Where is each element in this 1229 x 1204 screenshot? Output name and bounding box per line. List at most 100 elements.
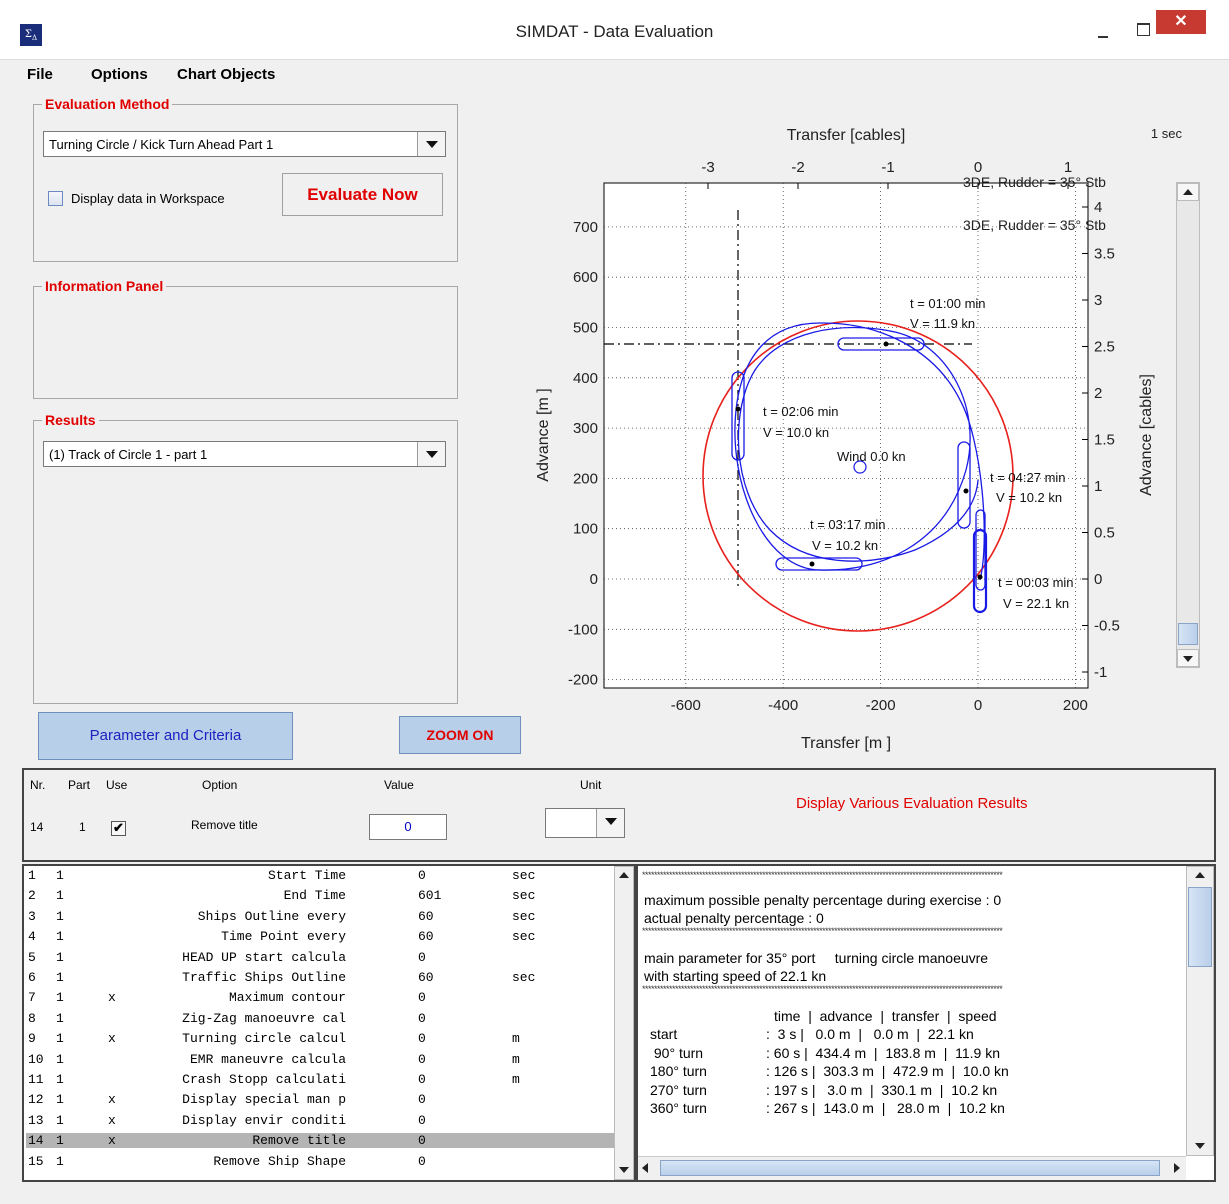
display-workspace-checkbox[interactable] <box>48 191 63 206</box>
use-checkbox[interactable]: ✔ <box>111 820 126 836</box>
y-right-tick-label: 3 <box>1094 292 1102 309</box>
table-row[interactable]: 4 1 Time Point every 60 sec <box>26 929 614 944</box>
table-row[interactable]: 9 1 x Turning circle calcul 0 m <box>26 1031 614 1046</box>
table-row[interactable]: 12 1 x Display special man p 0 <box>26 1092 614 1107</box>
evaluation-method-select[interactable]: Turning Circle / Kick Turn Ahead Part 1 <box>43 131 446 157</box>
speed-mark-label: V = 10.0 kn <box>763 425 829 440</box>
scroll-down-icon[interactable] <box>615 1161 633 1179</box>
chart-scrollbar[interactable] <box>1176 182 1200 668</box>
parameter-scrollbar[interactable] <box>614 866 634 1180</box>
param-unit: sec <box>512 888 536 904</box>
evaluate-now-button[interactable]: Evaluate Now <box>282 173 443 216</box>
table-row[interactable]: 2 1 End Time 601 sec <box>26 888 614 903</box>
scroll-thumb[interactable] <box>1188 887 1212 967</box>
close-button[interactable]: ✕ <box>1156 10 1206 34</box>
speed-mark-label: V = 11.9 kn <box>910 316 975 331</box>
param-unit: m <box>512 1031 520 1047</box>
table-row[interactable]: 15 1 Remove Ship Shape 0 <box>26 1154 614 1169</box>
param-nr: 6 <box>28 970 36 985</box>
table-row[interactable]: 7 1 x Maximum contour 0 <box>26 990 614 1005</box>
speed-mark-label: V = 10.2 kn <box>812 538 878 553</box>
scroll-down-icon[interactable] <box>1177 649 1199 667</box>
table-row[interactable]: 6 1 Traffic Ships Outline 60 sec <box>26 970 614 985</box>
speed-mark-label: V = 22.1 kn <box>1003 596 1069 611</box>
table-row[interactable]: 1 1 Start Time 0 sec <box>26 868 614 883</box>
param-value: 0 <box>418 868 426 883</box>
scroll-up-icon[interactable] <box>615 867 633 885</box>
param-part: 1 <box>56 949 64 965</box>
param-name: HEAD UP start calcula <box>182 949 346 965</box>
table-row[interactable]: 13 1 x Display envir conditi 0 <box>26 1113 614 1128</box>
result-row-label: 90° turn <box>650 1044 704 1061</box>
y-tick-label: 0 <box>590 571 598 588</box>
y-right-tick-label: 0.5 <box>1094 525 1115 542</box>
menu-file[interactable]: File <box>27 66 53 83</box>
parameter-criteria-button[interactable]: Parameter and Criteria <box>38 712 293 760</box>
zoom-on-button[interactable]: ZOOM ON <box>399 716 521 754</box>
chevron-down-icon[interactable] <box>417 132 445 156</box>
param-value: 60 <box>418 908 434 924</box>
y-right-tick-label: 0 <box>1094 571 1102 588</box>
scroll-left-icon[interactable] <box>642 1163 648 1173</box>
param-name: EMR maneuvre calcula <box>189 1051 346 1067</box>
param-nr: 12 <box>28 1092 44 1108</box>
param-value: 0 <box>418 949 426 965</box>
result-row-label: start <box>650 1026 678 1042</box>
scroll-up-icon[interactable] <box>1177 183 1199 201</box>
param-nr: 5 <box>28 949 36 965</box>
scroll-down-icon[interactable] <box>1187 1137 1213 1155</box>
unit-select[interactable] <box>545 808 625 838</box>
param-value: 0 <box>418 1051 426 1067</box>
display-workspace-label: Display data in Workspace <box>71 191 225 206</box>
param-part: 1 <box>56 1112 64 1128</box>
param-use: x <box>108 1031 116 1047</box>
y-right-tick-label: 2 <box>1094 385 1102 402</box>
scroll-up-icon[interactable] <box>1187 867 1213 885</box>
param-unit: sec <box>512 908 536 924</box>
table-row[interactable]: 3 1 Ships Outline every 60 sec <box>26 909 614 924</box>
param-value: 601 <box>418 888 442 904</box>
penalty-actual-text: actual penalty percentage : 0 <box>644 910 824 926</box>
y-right-tick-label: 2.5 <box>1094 339 1115 356</box>
scroll-thumb[interactable] <box>1178 623 1198 645</box>
results-text-panel[interactable]: ****************************************… <box>636 864 1216 1182</box>
y-right-tick-label: 4 <box>1094 199 1102 216</box>
param-name: Time Point every <box>221 929 346 945</box>
results-hscrollbar[interactable] <box>638 1156 1186 1180</box>
window-title: SIMDAT - Data Evaluation <box>515 22 714 41</box>
table-row[interactable]: 14 1 x Remove title 0 <box>26 1133 614 1149</box>
param-value: 0 <box>418 1153 426 1169</box>
table-row[interactable]: 8 1 Zig-Zag manoeuvre cal 0 <box>26 1011 614 1026</box>
chevron-down-icon[interactable] <box>417 442 445 466</box>
results-vscrollbar[interactable] <box>1186 866 1214 1156</box>
minimize-button[interactable] <box>1085 14 1121 44</box>
param-part: 1 <box>56 1051 64 1067</box>
parameter-rows: 1 1 Start Time 0 sec 2 1 End Time 601 sec 3 1 Ships … <box>24 868 614 1180</box>
chevron-down-icon[interactable] <box>596 809 624 837</box>
col-unit-header: Unit <box>580 778 602 792</box>
table-row[interactable]: 11 1 Crash Stopp calculati 0 m <box>26 1072 614 1087</box>
current-part: 1 <box>79 820 86 834</box>
menu-chart-objects[interactable]: Chart Objects <box>177 66 275 83</box>
param-name: Ships Outline every <box>197 908 346 924</box>
y-right-tick-label: 1.5 <box>1094 432 1115 449</box>
scroll-thumb[interactable] <box>660 1160 1160 1176</box>
col-use-header: Use <box>106 778 128 792</box>
param-part: 1 <box>56 1153 64 1169</box>
menu-options[interactable]: Options <box>91 66 148 83</box>
results-select[interactable]: (1) Track of Circle 1 - part 1 <box>43 441 446 467</box>
param-name: Crash Stopp calculati <box>182 1072 346 1087</box>
col-value-header: Value <box>384 778 414 792</box>
parameter-list[interactable]: 1 1 Start Time 0 sec 2 1 End Time 601 sec 3 1 Ships … <box>22 864 636 1182</box>
param-name: Maximum contour <box>228 990 346 1006</box>
top-axis-title: Transfer [cables] <box>787 127 906 144</box>
scroll-right-icon[interactable] <box>1174 1163 1180 1173</box>
separator: ****************************************… <box>642 984 1003 994</box>
y-tick-label: 400 <box>573 370 598 387</box>
param-nr: 9 <box>28 1031 36 1047</box>
table-row[interactable]: 10 1 EMR maneuvre calcula 0 m <box>26 1052 614 1067</box>
table-row[interactable]: 5 1 HEAD UP start calcula 0 <box>26 950 614 965</box>
param-part: 1 <box>56 1133 64 1149</box>
value-input[interactable]: 0 <box>369 814 447 840</box>
param-nr: 13 <box>28 1112 44 1128</box>
